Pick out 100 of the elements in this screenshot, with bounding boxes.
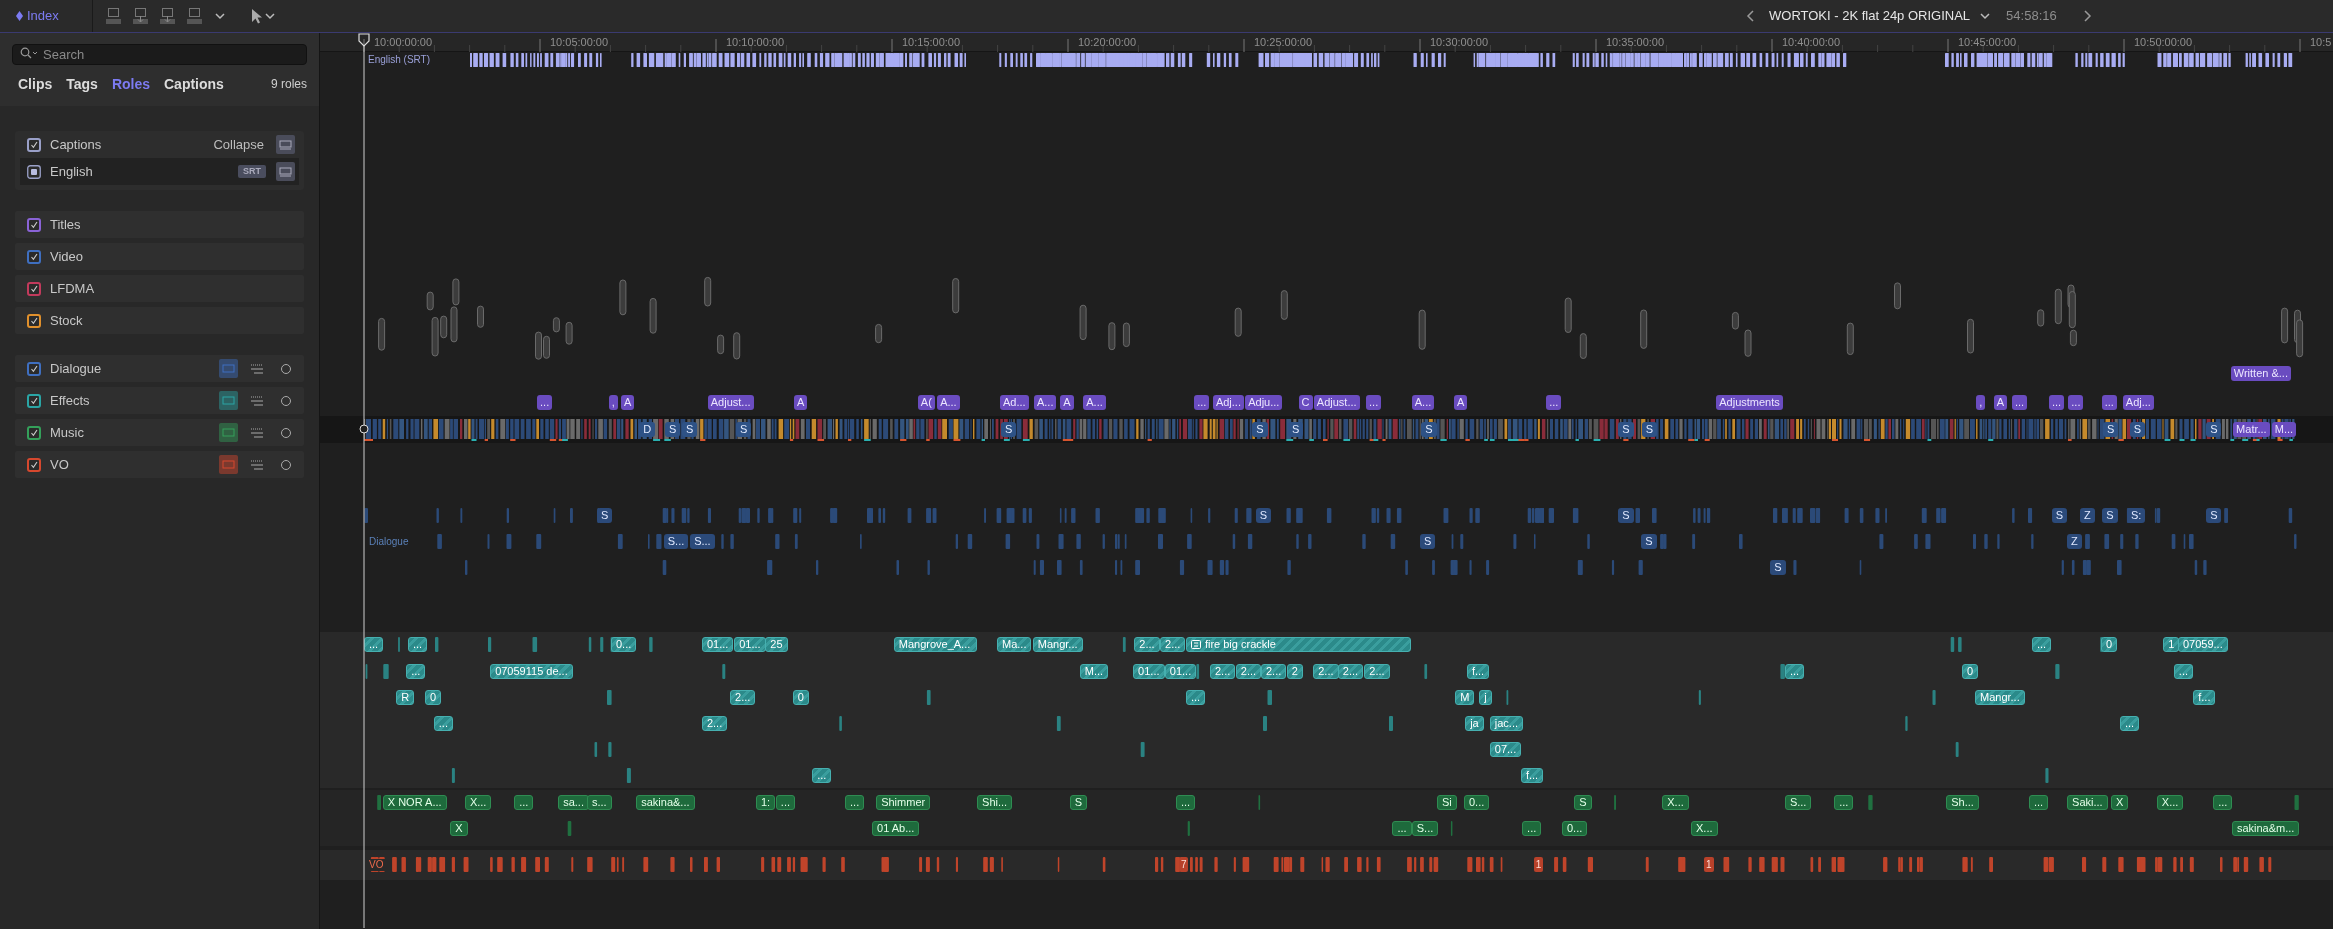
video-clip[interactable]: S	[1288, 422, 1304, 437]
title-clip[interactable]: Matr...	[2233, 422, 2270, 437]
music-clip[interactable]: X...	[464, 795, 492, 810]
music-clip[interactable]: Shimmer	[876, 795, 931, 810]
effects-clip[interactable]: 0...	[611, 637, 637, 652]
title-clip[interactable]: Adjust...	[707, 395, 754, 410]
effects-clip[interactable]: 07...	[1489, 742, 1522, 757]
effects-clip[interactable]: 1	[2163, 637, 2180, 652]
title-clip[interactable]: A	[1060, 395, 1074, 410]
title-clip[interactable]: A...	[1033, 395, 1057, 410]
title-clip[interactable]: A	[1993, 395, 2008, 410]
effects-clip[interactable]: j	[1479, 690, 1492, 705]
effects-clip[interactable]: 2...	[1235, 664, 1262, 679]
effects-clip[interactable]: 2...	[730, 690, 756, 705]
effects-clip[interactable]: 2...	[701, 716, 728, 731]
effects-clip[interactable]: f...	[2193, 690, 2216, 705]
dialogue-clip[interactable]: S	[1420, 534, 1436, 549]
effects-clip[interactable]: 01...	[1133, 664, 1165, 679]
dialogue-clip[interactable]: S...	[690, 534, 715, 549]
music-clip[interactable]: ...	[2213, 795, 2233, 810]
dialogue-clip[interactable]: S	[1641, 534, 1657, 549]
collapse-button[interactable]: Collapse	[213, 134, 264, 155]
title-clip[interactable]: ...	[537, 395, 553, 410]
effects-clip[interactable]: 2...	[1337, 664, 1364, 679]
role-row[interactable]: Titles	[15, 211, 304, 238]
tab[interactable]: Captions	[164, 73, 224, 95]
lines-icon[interactable]	[250, 394, 264, 407]
music-clip[interactable]: X	[2111, 795, 2129, 810]
title-clip[interactable]: ...	[2011, 395, 2028, 410]
voiceover-clip[interactable]: 1	[1533, 857, 1544, 872]
title-clip[interactable]: A...	[1411, 395, 1435, 410]
dialogue-clip[interactable]: S	[1770, 560, 1786, 575]
title-clip[interactable]: Written &...	[2230, 366, 2291, 381]
role-row[interactable]: Stock	[15, 307, 304, 334]
effects-clip[interactable]: ...	[812, 768, 832, 783]
effects-clip[interactable]: Ma...	[997, 637, 1032, 652]
role-row[interactable]: LFDMA	[15, 275, 304, 302]
music-clip[interactable]: Shi...	[977, 795, 1013, 810]
dialogue-clip[interactable]: Z	[2067, 534, 2082, 549]
connect-clip-icon[interactable]	[105, 7, 122, 25]
effects-clip[interactable]: 2...	[1160, 637, 1186, 652]
music-clip[interactable]: ...	[845, 795, 865, 810]
checkbox[interactable]	[27, 281, 41, 296]
music-clip[interactable]: sa...	[558, 795, 589, 810]
effects-clip[interactable]: 07059115 de...	[490, 664, 573, 679]
music-clip[interactable]: X...	[2156, 795, 2184, 810]
music-clip[interactable]: S...	[1411, 821, 1439, 836]
music-clip[interactable]: sakina&...	[636, 795, 695, 810]
title-clip[interactable]: Adj...	[2122, 395, 2154, 410]
music-clip[interactable]: ...	[1834, 795, 1854, 810]
title-clip[interactable]: Ad...	[999, 395, 1029, 410]
title-clip[interactable]: C	[1298, 395, 1313, 410]
music-clip[interactable]: sakina&m...	[2231, 821, 2300, 836]
title-clip[interactable]: Adjustments	[1716, 395, 1783, 410]
effects-clip[interactable]: ...	[408, 637, 428, 652]
music-clip[interactable]: ...	[1522, 821, 1542, 836]
video-clip[interactable]: D	[639, 422, 656, 437]
title-clip[interactable]: A	[1454, 395, 1468, 410]
lines-icon[interactable]	[250, 362, 264, 375]
music-clip[interactable]: ...	[514, 795, 534, 810]
effects-clip[interactable]: fire big crackle	[1185, 637, 1412, 652]
title-clip[interactable]: ...	[2068, 395, 2084, 410]
tab[interactable]: Roles	[111, 73, 150, 95]
music-clip[interactable]: X...	[1662, 795, 1689, 810]
music-clip[interactable]: X NOR A...	[382, 795, 447, 810]
effects-clip[interactable]: 0	[2101, 637, 2118, 652]
title-clip[interactable]: Adj...	[1212, 395, 1244, 410]
title-clip[interactable]: A...	[1083, 395, 1106, 410]
music-clip[interactable]: 0...	[1464, 795, 1490, 810]
title-clip[interactable]: A	[794, 395, 808, 410]
video-clip[interactable]: S	[1618, 422, 1634, 437]
title-clip[interactable]: ,	[1976, 395, 1986, 410]
effects-clip[interactable]: Mangr...	[1975, 690, 2025, 705]
checkbox[interactable]	[27, 425, 41, 440]
playhead[interactable]	[358, 33, 370, 928]
lines-icon[interactable]	[250, 426, 264, 439]
dialogue-clip[interactable]: S	[2206, 508, 2222, 523]
music-clip[interactable]: 0...	[1561, 821, 1588, 836]
title-clip[interactable]: ...	[2048, 395, 2065, 410]
video-clip[interactable]: S	[2206, 422, 2222, 437]
effects-clip[interactable]: 2...	[1261, 664, 1287, 679]
dialogue-clip[interactable]: S	[1618, 508, 1634, 523]
overwrite-clip-icon[interactable]	[186, 7, 203, 25]
lines-icon[interactable]	[250, 458, 264, 471]
search-field[interactable]: Search	[12, 44, 307, 65]
effects-clip[interactable]: M...	[1079, 664, 1109, 679]
index-button[interactable]: Index	[0, 0, 93, 32]
checkbox[interactable]	[27, 137, 41, 152]
title-clip[interactable]: A(	[917, 395, 935, 410]
project-title[interactable]: WORTOKI - 2K flat 24p ORIGINAL	[1769, 6, 1993, 26]
effects-clip[interactable]: 0	[425, 690, 442, 705]
effects-clip[interactable]: 2...	[1134, 637, 1160, 652]
title-clip[interactable]: A...	[937, 395, 960, 410]
checkbox[interactable]	[27, 249, 41, 264]
effects-clip[interactable]: 0	[1962, 664, 1979, 679]
video-clip[interactable]: S	[1421, 422, 1437, 437]
music-clip[interactable]: ...	[1392, 821, 1412, 836]
title-clip[interactable]: ...	[2101, 395, 2117, 410]
circle-icon[interactable]	[280, 426, 292, 439]
video-clip[interactable]: S	[1252, 422, 1268, 437]
